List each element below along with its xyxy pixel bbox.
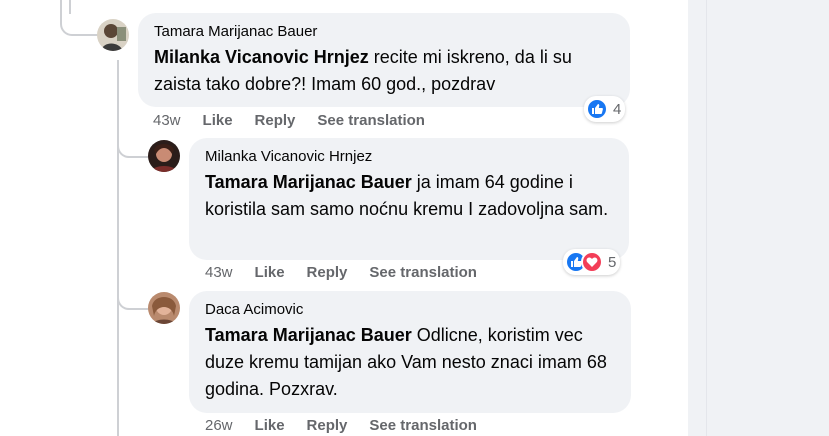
reaction-summary[interactable]: 4 bbox=[584, 96, 626, 122]
comment-timestamp[interactable]: 26w bbox=[205, 417, 233, 434]
comment-bubble: Tamara Marijanac Bauer Milanka Vicanovic… bbox=[138, 13, 630, 107]
like-button[interactable]: Like bbox=[255, 417, 285, 434]
reply-button[interactable]: Reply bbox=[307, 264, 348, 281]
comment-actions: 43w Like Reply See translation bbox=[153, 112, 447, 129]
like-button[interactable]: Like bbox=[255, 264, 285, 281]
reply-button[interactable]: Reply bbox=[255, 112, 296, 129]
reply-connector bbox=[117, 120, 149, 158]
comment-text: Milanka Vicanovic Hrnjez recite mi iskre… bbox=[154, 47, 572, 94]
comment-text: Tamara Marijanac Bauer ja imam 64 godine… bbox=[205, 172, 609, 219]
see-translation-link[interactable]: See translation bbox=[317, 112, 425, 129]
love-icon bbox=[581, 251, 603, 273]
comment-bubble: Milanka Vicanovic Hrnjez Tamara Marijana… bbox=[189, 138, 629, 260]
mention-link[interactable]: Tamara Marijanac Bauer bbox=[205, 325, 412, 345]
comment-timestamp[interactable]: 43w bbox=[205, 264, 233, 281]
avatar[interactable] bbox=[148, 140, 180, 172]
comment-author[interactable]: Tamara Marijanac Bauer bbox=[154, 22, 616, 42]
avatar[interactable] bbox=[97, 19, 129, 51]
reaction-count: 4 bbox=[613, 100, 622, 118]
like-icon bbox=[586, 98, 608, 120]
see-translation-link[interactable]: See translation bbox=[369, 264, 477, 281]
mention-link[interactable]: Milanka Vicanovic Hrnjez bbox=[154, 47, 369, 67]
comments-panel: Tamara Marijanac Bauer Milanka Vicanovic… bbox=[0, 0, 688, 436]
right-sidebar bbox=[706, 0, 829, 436]
reply-button[interactable]: Reply bbox=[307, 417, 348, 434]
thread-line bbox=[117, 60, 119, 436]
reaction-count: 5 bbox=[608, 253, 617, 271]
comment-bubble: Daca Acimovic Tamara Marijanac Bauer Odl… bbox=[189, 291, 631, 413]
mention-link[interactable]: Tamara Marijanac Bauer bbox=[205, 172, 412, 192]
comment-timestamp[interactable]: 43w bbox=[153, 112, 181, 129]
avatar[interactable] bbox=[148, 292, 180, 324]
comment-author[interactable]: Daca Acimovic bbox=[205, 300, 617, 320]
reply-connector bbox=[117, 270, 149, 310]
reaction-summary[interactable]: 5 bbox=[563, 249, 621, 275]
comment-actions: 43w Like Reply See translation bbox=[205, 264, 499, 281]
thread-connector bbox=[60, 0, 98, 36]
comment-author[interactable]: Milanka Vicanovic Hrnjez bbox=[205, 147, 615, 167]
like-button[interactable]: Like bbox=[203, 112, 233, 129]
comment-actions: 26w Like Reply See translation bbox=[205, 417, 499, 434]
see-translation-link[interactable]: See translation bbox=[369, 417, 477, 434]
comment-text: Tamara Marijanac Bauer Odlicne, koristim… bbox=[205, 325, 607, 399]
